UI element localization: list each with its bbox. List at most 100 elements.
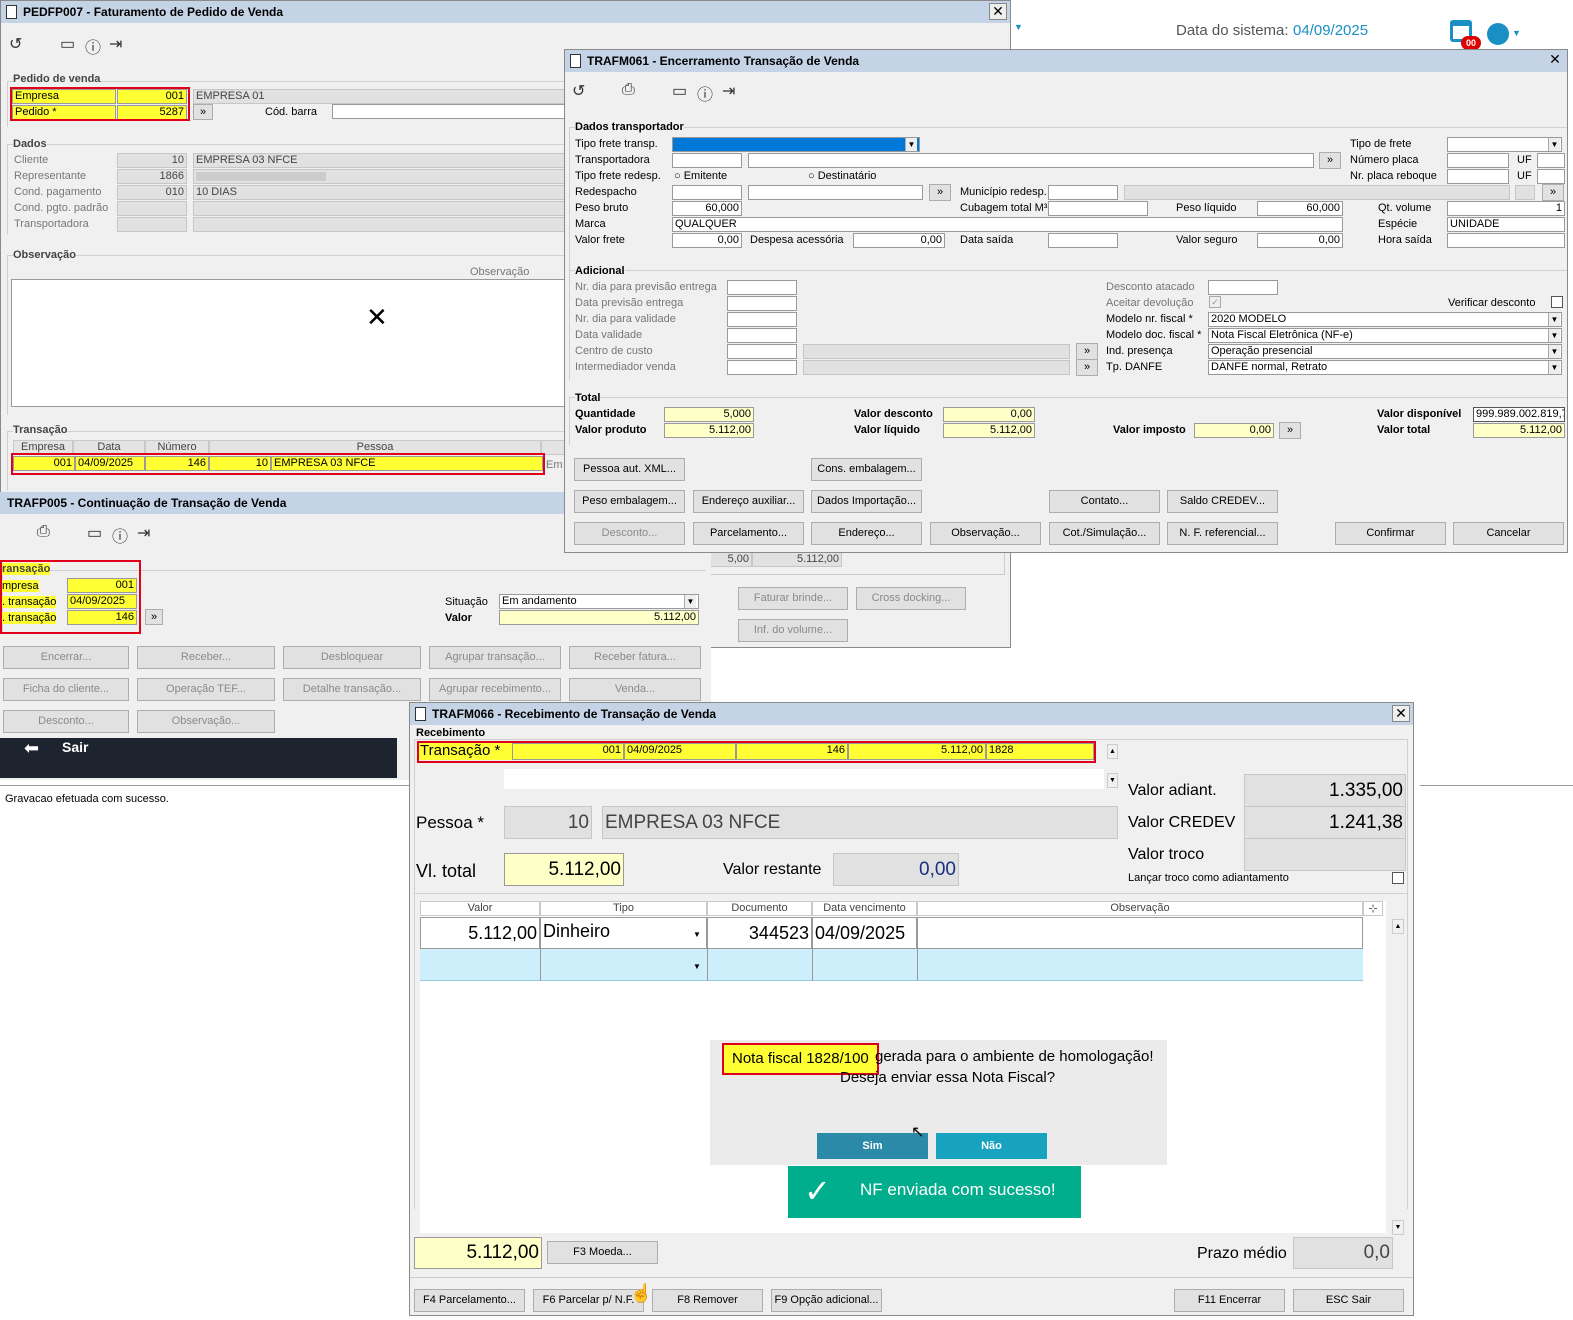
exit-icon[interactable]: ⇥ <box>722 81 735 101</box>
f11-encerrar-button[interactable]: F11 Encerrar <box>1174 1289 1285 1312</box>
peso-bruto-field[interactable]: 60,000 <box>672 201 742 216</box>
placa-reboque-field[interactable] <box>1447 169 1509 184</box>
intermediador-field[interactable] <box>727 360 797 375</box>
help-icon[interactable]: ⓘ <box>85 34 101 58</box>
saldo-credev-button[interactable]: Saldo CREDEV... <box>1167 490 1278 513</box>
redespacho-name-field[interactable] <box>748 185 923 200</box>
nr-dia-prev-field[interactable] <box>727 280 797 295</box>
search-redespacho-button[interactable]: » <box>929 184 951 201</box>
modelo-doc-select[interactable]: Nota Fiscal Eletrônica (NF-e) <box>1208 328 1562 343</box>
agrupar-transacao-button[interactable]: Agrupar transação... <box>429 646 561 669</box>
receber-button[interactable]: Receber... <box>137 646 275 669</box>
cancelar-button[interactable]: Cancelar <box>1453 522 1564 545</box>
pessoa-aut-xml-button[interactable]: Pessoa aut. XML... <box>574 458 685 481</box>
new-row-chevron-down-icon[interactable]: ▼ <box>693 962 701 971</box>
valor-frete-field[interactable]: 0,00 <box>672 233 742 248</box>
observacao-textarea[interactable] <box>11 279 567 407</box>
column-settings-icon[interactable]: ⊹ <box>1363 901 1383 916</box>
search-pedido-button[interactable]: » <box>193 104 213 120</box>
print-icon[interactable]: ⎙ <box>37 523 50 541</box>
row-observacao[interactable] <box>917 917 1363 949</box>
observacao-button[interactable]: Observação... <box>930 522 1041 545</box>
cons-embalagem-button[interactable]: Cons. embalagem... <box>811 458 922 481</box>
cot-simulacao-button[interactable]: Cot./Simulação... <box>1049 522 1160 545</box>
especie-field[interactable]: UNIDADE <box>1447 217 1565 232</box>
hora-saida-field[interactable] <box>1447 233 1565 248</box>
search-municipio-button[interactable]: » <box>1542 184 1564 201</box>
exit-icon[interactable]: ⇥ <box>109 34 122 54</box>
esc-sair-button[interactable]: ESC Sair <box>1293 1289 1404 1312</box>
nr-dia-validade-field[interactable] <box>727 312 797 327</box>
row-valor[interactable]: 5.112,00 <box>420 917 540 949</box>
close-button[interactable]: ✕ <box>1546 52 1564 69</box>
modelo-nf-select[interactable]: 2020 MODELO <box>1208 312 1562 327</box>
calendar-icon[interactable]: ▭ <box>672 81 687 101</box>
confirmar-button[interactable]: Confirmar <box>1335 522 1446 545</box>
chevron-down-icon[interactable]: ▼ <box>1548 361 1560 374</box>
search-intermediador-button[interactable]: » <box>1076 359 1098 376</box>
endereco-auxiliar-button[interactable]: Endereço auxiliar... <box>693 490 804 513</box>
f3-moeda-button[interactable]: F3 Moeda... <box>547 1241 658 1264</box>
imposto-detail-button[interactable]: » <box>1279 422 1301 439</box>
user-avatar-icon[interactable] <box>1487 23 1509 45</box>
peso-liquido-field[interactable]: 60,000 <box>1257 201 1343 216</box>
faturar-brinde-button[interactable]: Faturar brinde... <box>738 587 848 610</box>
chevron-down-icon[interactable]: ▼ <box>684 595 696 608</box>
undo-icon[interactable]: ↺ <box>9 34 22 54</box>
chevron-down-icon[interactable]: ▼ <box>905 138 917 151</box>
scroll-up-icon[interactable]: ▲ <box>1107 744 1118 759</box>
sair-bar[interactable]: ⬅ Sair <box>0 738 397 778</box>
despesa-field[interactable]: 0,00 <box>853 233 945 248</box>
data-prev-field[interactable] <box>727 296 797 311</box>
situacao-select[interactable]: Em andamento <box>499 594 699 609</box>
centro-custo-field[interactable] <box>727 344 797 359</box>
tipo-frete-transp-select[interactable] <box>672 137 920 152</box>
transportadora-code-field[interactable] <box>672 153 742 168</box>
row-data-vencimento[interactable]: 04/09/2025 <box>812 917 917 949</box>
close-x-icon[interactable]: ✕ <box>366 302 388 333</box>
parcelamento-button[interactable]: Parcelamento... <box>693 522 804 545</box>
desconto-button[interactable]: Desconto... <box>574 522 685 545</box>
emitente-radio[interactable]: ○ Emitente <box>674 170 727 182</box>
new-row[interactable] <box>420 949 1363 981</box>
data-validade-field[interactable] <box>727 328 797 343</box>
tp-danfe-select[interactable]: DANFE normal, Retrato <box>1208 360 1562 375</box>
chevron-down-icon[interactable]: ▼ <box>1548 313 1560 326</box>
data-saida-field[interactable] <box>1048 233 1118 248</box>
marca-field[interactable]: QUALQUER <box>672 217 1343 232</box>
help-icon[interactable]: ⓘ <box>112 523 128 547</box>
peso-embalagem-button[interactable]: Peso embalagem... <box>574 490 685 513</box>
detalhe-transacao-button[interactable]: Detalhe transação... <box>283 678 421 701</box>
desbloquear-button[interactable]: Desbloquear <box>283 646 421 669</box>
numero-placa-field[interactable] <box>1447 153 1509 168</box>
grid-scroll-up-icon[interactable]: ▲ <box>1392 919 1404 934</box>
user-menu-arrow-icon[interactable]: ▼ <box>1512 28 1521 38</box>
encerrar-button[interactable]: Encerrar... <box>3 646 129 669</box>
search-centro-custo-button[interactable]: » <box>1076 343 1098 360</box>
f6-parcelar-button[interactable]: F6 Parcelar p/ N.F. <box>533 1289 644 1312</box>
calendar-icon[interactable]: ▭ <box>60 34 75 54</box>
uf-reboque-field[interactable] <box>1537 169 1565 184</box>
ficha-cliente-button[interactable]: Ficha do cliente... <box>3 678 129 701</box>
redespacho-code-field[interactable] <box>672 185 742 200</box>
nf-referencial-button[interactable]: N. F. referencial... <box>1167 522 1278 545</box>
chevron-down-icon[interactable]: ▼ <box>1548 345 1560 358</box>
venda-button[interactable]: Venda... <box>569 678 701 701</box>
chevron-down-icon[interactable]: ▼ <box>1548 329 1560 342</box>
cod-barra-field[interactable] <box>332 104 565 119</box>
aceitar-dev-checkbox[interactable]: ✓ <box>1209 296 1221 308</box>
endereco-button[interactable]: Endereço... <box>811 522 922 545</box>
scroll-down-icon[interactable]: ▼ <box>1107 773 1118 788</box>
tipo-chevron-down-icon[interactable]: ▼ <box>693 930 701 939</box>
desc-atacado-field[interactable] <box>1208 280 1278 295</box>
ind-presenca-select[interactable]: Operação presencial <box>1208 344 1562 359</box>
row-documento[interactable]: 344523 <box>707 917 812 949</box>
print-icon[interactable]: ⎙ <box>622 81 635 99</box>
agrupar-recebimento-button[interactable]: Agrupar recebimento... <box>429 678 561 701</box>
municipio-code-field[interactable] <box>1048 185 1118 200</box>
dropdown-arrow-icon[interactable]: ▼ <box>1014 22 1023 32</box>
operacao-tef-button[interactable]: Operação TEF... <box>137 678 275 701</box>
valor-seguro-field[interactable]: 0,00 <box>1257 233 1343 248</box>
contato-button[interactable]: Contato... <box>1049 490 1160 513</box>
search-transacao-button[interactable]: » <box>145 609 163 625</box>
